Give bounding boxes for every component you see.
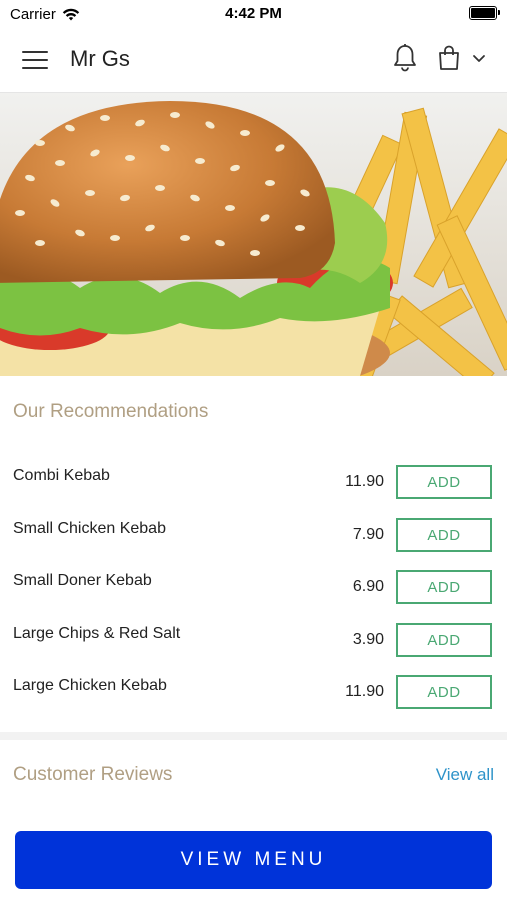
item-name: Large Chips & Red Salt	[13, 625, 181, 642]
add-button[interactable]: ADD	[396, 518, 492, 552]
item-name: Combi Kebab	[13, 467, 110, 484]
list-item: Small Chicken Kebab 7.90 ADD	[0, 508, 507, 560]
menu-icon[interactable]	[22, 51, 48, 69]
item-price: 11.90	[345, 473, 384, 490]
item-name: Large Chicken Kebab	[13, 677, 167, 694]
item-price: 6.90	[352, 578, 384, 595]
list-item: Large Chips & Red Salt 3.90 ADD	[0, 613, 507, 665]
list-item: Small Doner Kebab 6.90 ADD	[0, 560, 507, 612]
burger-and-fries-image	[0, 93, 507, 376]
list-item: Combi Kebab 11.90 ADD	[0, 455, 507, 507]
add-button[interactable]: ADD	[396, 465, 492, 499]
add-button[interactable]: ADD	[396, 675, 492, 709]
bell-icon[interactable]	[392, 43, 418, 73]
status-bar: Carrier 4:42 PM	[0, 0, 507, 28]
recommendations-title: Our Recommendations	[13, 401, 209, 422]
list-item: Large Chicken Kebab 11.90 ADD	[0, 665, 507, 717]
nav-bar: Mr Gs	[0, 28, 507, 93]
status-time: 4:42 PM	[225, 5, 282, 22]
app-title: Mr Gs	[70, 46, 130, 71]
view-all-link[interactable]: View all	[436, 765, 494, 785]
item-name: Small Doner Kebab	[13, 572, 152, 589]
view-menu-button[interactable]: VIEW MENU	[15, 831, 492, 889]
shopping-bag-icon[interactable]	[438, 45, 460, 71]
reviews-title: Customer Reviews	[13, 764, 173, 785]
hero-image	[0, 93, 507, 376]
status-right	[469, 6, 500, 20]
battery-icon	[469, 6, 500, 20]
item-price: 3.90	[352, 631, 384, 648]
section-divider	[0, 732, 507, 740]
chevron-down-icon[interactable]	[472, 53, 486, 65]
add-button[interactable]: ADD	[396, 570, 492, 604]
item-price: 7.90	[352, 526, 384, 543]
item-name: Small Chicken Kebab	[13, 520, 166, 537]
item-price: 11.90	[345, 683, 384, 700]
add-button[interactable]: ADD	[396, 623, 492, 657]
